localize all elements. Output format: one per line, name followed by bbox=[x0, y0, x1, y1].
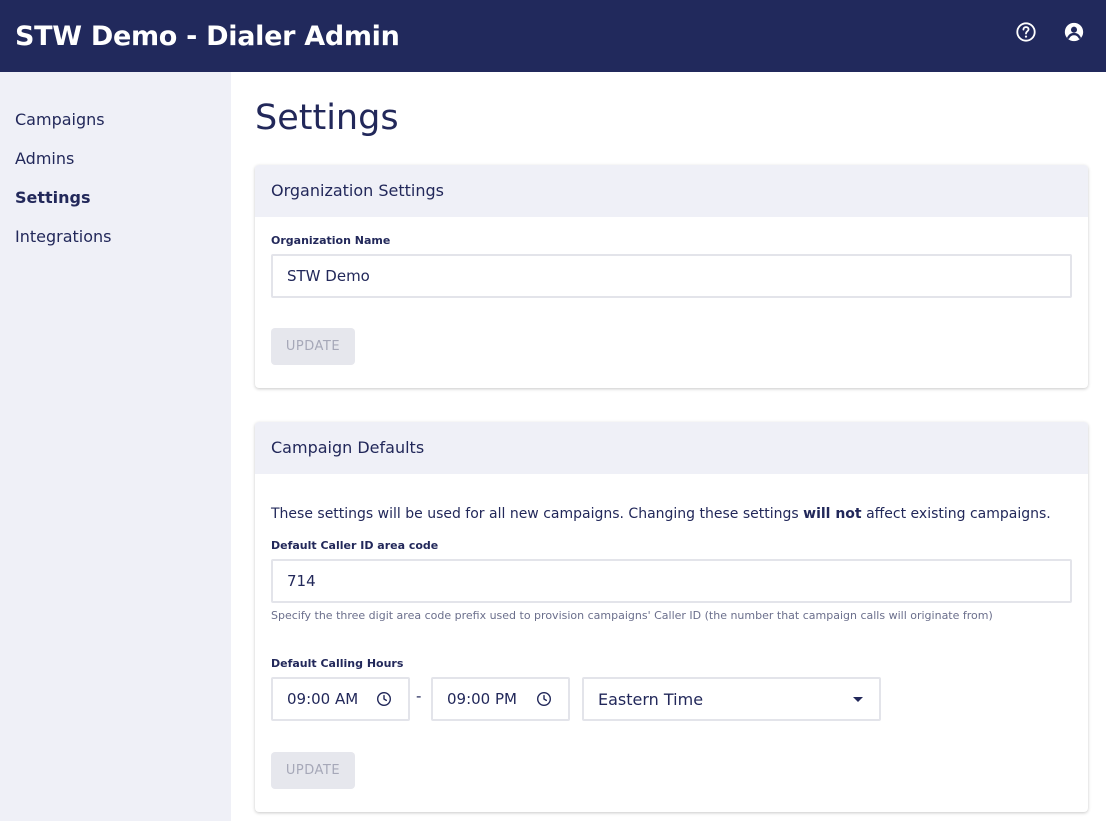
account-icon[interactable] bbox=[1062, 20, 1086, 44]
app-title: STW Demo - Dialer Admin bbox=[15, 20, 400, 52]
end-time-value: 09:00 PM bbox=[447, 690, 517, 708]
organization-name-input[interactable] bbox=[271, 254, 1072, 298]
timezone-value: Eastern Time bbox=[598, 689, 704, 709]
page-title: Settings bbox=[255, 98, 399, 138]
time-range-separator: - bbox=[416, 687, 422, 705]
sidebar-item-settings[interactable]: Settings bbox=[15, 188, 91, 207]
update-campaign-defaults-button[interactable]: UPDATE bbox=[271, 752, 355, 789]
top-app-bar: STW Demo - Dialer Admin bbox=[0, 0, 1106, 72]
dropdown-caret-icon bbox=[853, 697, 863, 702]
start-time-value: 09:00 AM bbox=[287, 690, 359, 708]
clock-icon bbox=[376, 691, 392, 707]
caller-id-label: Default Caller ID area code bbox=[271, 539, 439, 552]
sidebar-nav: Campaigns Admins Settings Integrations bbox=[0, 72, 231, 821]
campaign-defaults-card: Campaign Defaults These settings will be… bbox=[255, 422, 1088, 812]
organization-settings-card: Organization Settings Organization Name … bbox=[255, 165, 1088, 388]
end-time-input[interactable]: 09:00 PM bbox=[431, 677, 570, 721]
update-organization-button[interactable]: UPDATE bbox=[271, 328, 355, 365]
timezone-select[interactable]: Eastern Time bbox=[582, 677, 881, 721]
caller-id-helper-text: Specify the three digit area code prefix… bbox=[271, 609, 993, 622]
main-content: Settings Organization Settings Organizat… bbox=[231, 72, 1106, 821]
caller-id-area-code-input[interactable] bbox=[271, 559, 1072, 603]
calling-hours-label: Default Calling Hours bbox=[271, 657, 404, 670]
sidebar-item-campaigns[interactable]: Campaigns bbox=[15, 110, 105, 129]
top-bar-actions bbox=[1014, 20, 1086, 44]
card-header: Organization Settings bbox=[255, 165, 1088, 217]
sidebar-item-admins[interactable]: Admins bbox=[15, 149, 74, 168]
sidebar-item-integrations[interactable]: Integrations bbox=[15, 227, 112, 246]
card-header: Campaign Defaults bbox=[255, 422, 1088, 474]
description-emphasis: will not bbox=[803, 506, 862, 522]
campaign-defaults-description: These settings will be used for all new … bbox=[271, 506, 1051, 522]
help-icon[interactable] bbox=[1014, 20, 1038, 44]
start-time-input[interactable]: 09:00 AM bbox=[271, 677, 410, 721]
organization-name-label: Organization Name bbox=[271, 234, 391, 247]
clock-icon bbox=[536, 691, 552, 707]
